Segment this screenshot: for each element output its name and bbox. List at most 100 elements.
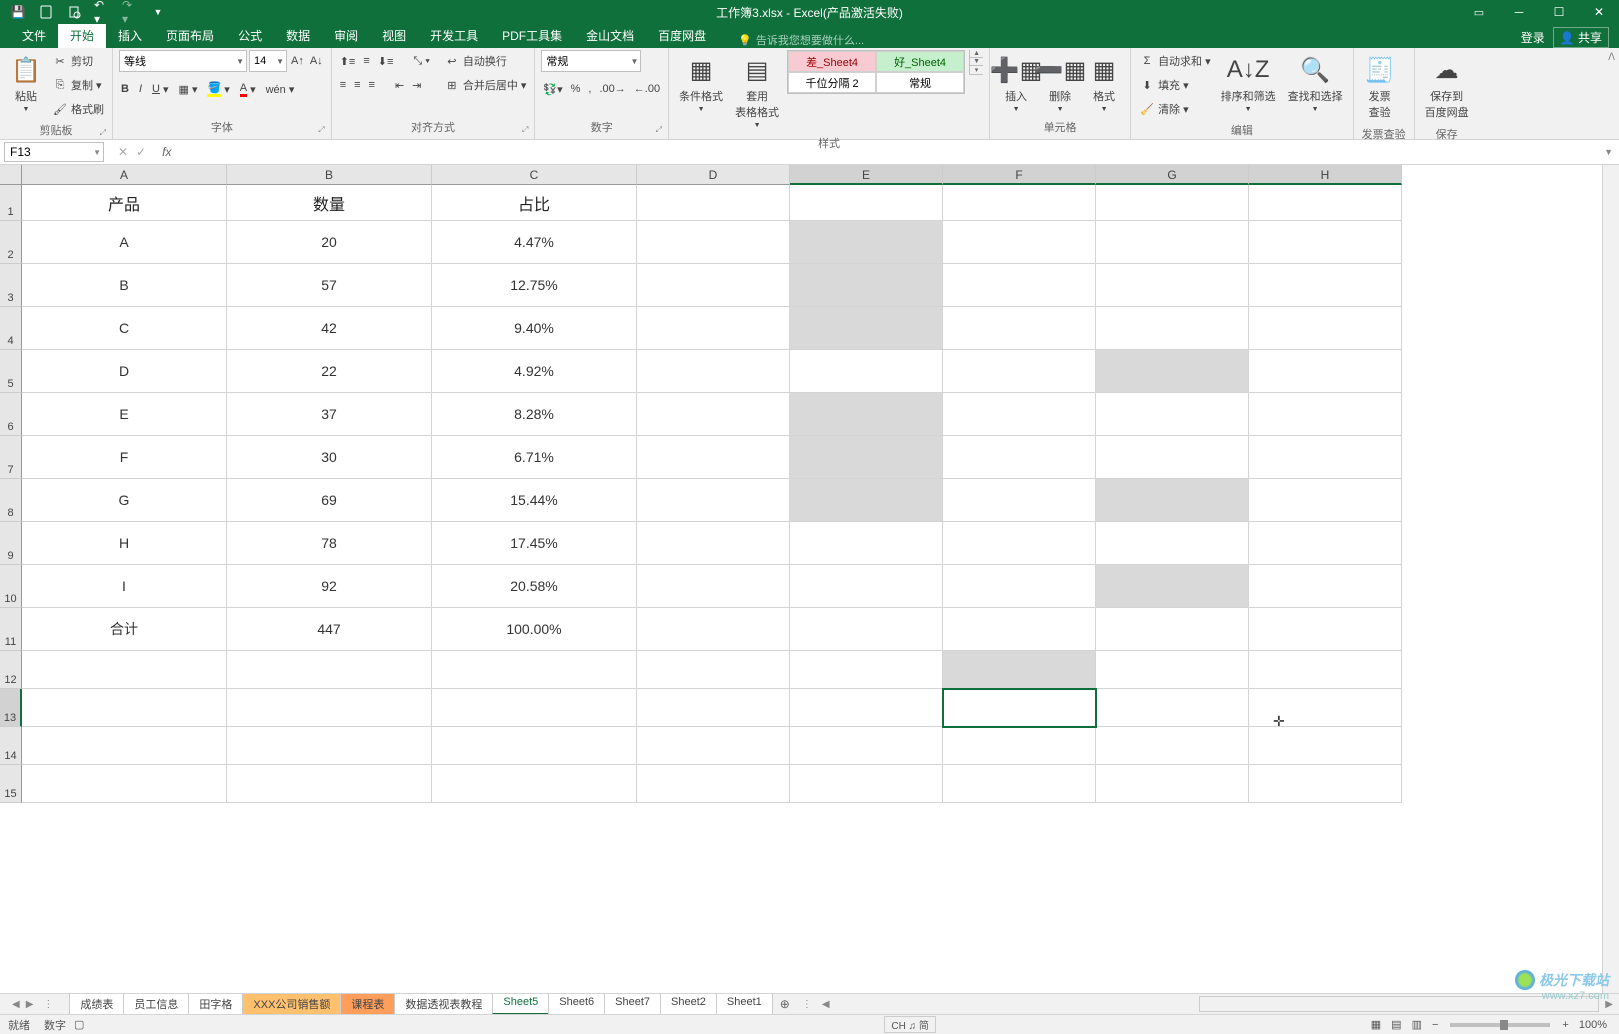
cell[interactable] [790, 436, 943, 479]
clear-button[interactable]: 🧹清除 ▾ [1137, 98, 1213, 120]
fill-color-button[interactable]: 🪣 ▾ [205, 78, 231, 100]
autosum-button[interactable]: Σ自动求和 ▾ [1137, 50, 1213, 72]
column-header[interactable]: D [637, 165, 790, 185]
tab-dev[interactable]: 开发工具 [418, 23, 490, 48]
find-select-button[interactable]: 🔍查找和选择▼ [1284, 50, 1347, 117]
conditional-format-button[interactable]: ▦条件格式▼ [675, 50, 727, 117]
cell[interactable]: 9.40% [432, 307, 637, 350]
tab-pdf[interactable]: PDF工具集 [490, 23, 574, 48]
macro-record-icon[interactable]: ▢ [74, 1018, 84, 1031]
cell[interactable] [943, 565, 1096, 608]
cell[interactable] [790, 393, 943, 436]
cell[interactable]: D [22, 350, 227, 393]
cell-styles-gallery[interactable]: 差_Sheet4 好_Sheet4 千位分隔 2 常规 [787, 50, 965, 94]
tab-file[interactable]: 文件 [10, 23, 58, 48]
cell[interactable] [943, 765, 1096, 803]
row-header[interactable]: 9 [0, 522, 22, 565]
sheet-tab[interactable]: 数据透视表教程 [394, 994, 493, 1015]
row-header[interactable]: 2 [0, 221, 22, 264]
cell[interactable] [637, 350, 790, 393]
cell[interactable]: 4.47% [432, 221, 637, 264]
cell[interactable] [1249, 393, 1402, 436]
view-normal-icon[interactable]: ▦ [1367, 1018, 1385, 1031]
cell[interactable] [432, 727, 637, 765]
cell[interactable] [790, 185, 943, 221]
orientation-icon[interactable]: ⤡ ▾ [411, 50, 431, 72]
share-button[interactable]: 👤 共享 [1553, 27, 1609, 48]
cell[interactable] [1249, 350, 1402, 393]
launcher-icon[interactable]: ⤢ [318, 125, 324, 135]
cell[interactable] [943, 185, 1096, 221]
align-center-icon[interactable]: ≡ [352, 74, 362, 96]
cancel-formula-icon[interactable]: ✕ [118, 145, 128, 159]
underline-button[interactable]: U ▾ [150, 78, 170, 100]
cell[interactable] [790, 221, 943, 264]
cell[interactable]: I [22, 565, 227, 608]
cell[interactable] [637, 522, 790, 565]
cell[interactable] [943, 221, 1096, 264]
sheet-nav-first-icon[interactable]: ◀ [12, 999, 20, 1010]
sheet-tab[interactable]: Sheet6 [548, 994, 605, 1015]
cell[interactable] [637, 479, 790, 522]
merge-center-button[interactable]: ⊞合并后居中 ▾ [442, 74, 529, 96]
tab-review[interactable]: 审阅 [322, 23, 370, 48]
cell[interactable] [1096, 393, 1249, 436]
cell[interactable]: 8.28% [432, 393, 637, 436]
cell[interactable]: 15.44% [432, 479, 637, 522]
tab-home[interactable]: 开始 [58, 23, 106, 48]
cut-button[interactable]: ✂剪切 [50, 50, 106, 72]
column-header[interactable]: C [432, 165, 637, 185]
cell[interactable] [637, 608, 790, 651]
cell[interactable]: 17.45% [432, 522, 637, 565]
sheet-tab[interactable]: XXX公司销售额 [242, 994, 341, 1015]
cell[interactable] [943, 307, 1096, 350]
tab-data[interactable]: 数据 [274, 23, 322, 48]
cell[interactable] [637, 727, 790, 765]
cell[interactable] [943, 436, 1096, 479]
cell[interactable] [790, 727, 943, 765]
close-icon[interactable]: ✕ [1579, 0, 1619, 24]
column-header[interactable]: E [790, 165, 943, 185]
cell[interactable]: 42 [227, 307, 432, 350]
row-header[interactable]: 1 [0, 185, 22, 221]
sheet-tab[interactable]: 成绩表 [69, 994, 124, 1015]
comma-icon[interactable]: , [586, 78, 593, 100]
align-left-icon[interactable]: ≡ [338, 74, 348, 96]
cell[interactable] [227, 689, 432, 727]
cell[interactable] [790, 765, 943, 803]
sheet-tab[interactable]: Sheet7 [604, 994, 661, 1015]
style-bad[interactable]: 差_Sheet4 [788, 51, 876, 72]
sheet-tab[interactable]: 课程表 [340, 994, 395, 1015]
cell[interactable] [432, 689, 637, 727]
enter-formula-icon[interactable]: ✓ [136, 145, 146, 159]
increase-font-icon[interactable]: A↑ [289, 50, 306, 72]
ribbon-display-icon[interactable]: ▭ [1459, 0, 1499, 24]
cell[interactable] [1249, 608, 1402, 651]
cell[interactable] [1096, 436, 1249, 479]
ime-indicator[interactable]: CH ♫ 简 [884, 1016, 936, 1033]
increase-decimal-icon[interactable]: .00→ [597, 78, 627, 100]
cell[interactable] [1249, 689, 1402, 727]
cell[interactable] [1249, 765, 1402, 803]
cell[interactable]: 占比 [432, 185, 637, 221]
minimize-icon[interactable]: ─ [1499, 0, 1539, 24]
cell[interactable]: E [22, 393, 227, 436]
horizontal-scrollbar[interactable] [1199, 996, 1599, 1012]
table-format-button[interactable]: ▤套用 表格格式▼ [731, 50, 783, 133]
sheet-tab[interactable]: Sheet5 [492, 994, 549, 1015]
cell[interactable] [943, 479, 1096, 522]
cell[interactable] [1096, 608, 1249, 651]
row-header[interactable]: 8 [0, 479, 22, 522]
cell[interactable] [1096, 522, 1249, 565]
cell[interactable]: 37 [227, 393, 432, 436]
cell[interactable] [790, 565, 943, 608]
font-name-combo[interactable]: 等线▼ [119, 50, 247, 72]
cell[interactable] [790, 307, 943, 350]
cell[interactable] [790, 689, 943, 727]
cell[interactable]: 数量 [227, 185, 432, 221]
cell[interactable] [1249, 727, 1402, 765]
cell[interactable]: 22 [227, 350, 432, 393]
cell[interactable] [22, 689, 227, 727]
copy-button[interactable]: ⎘复制 ▾ [50, 74, 106, 96]
cell[interactable]: 合计 [22, 608, 227, 651]
